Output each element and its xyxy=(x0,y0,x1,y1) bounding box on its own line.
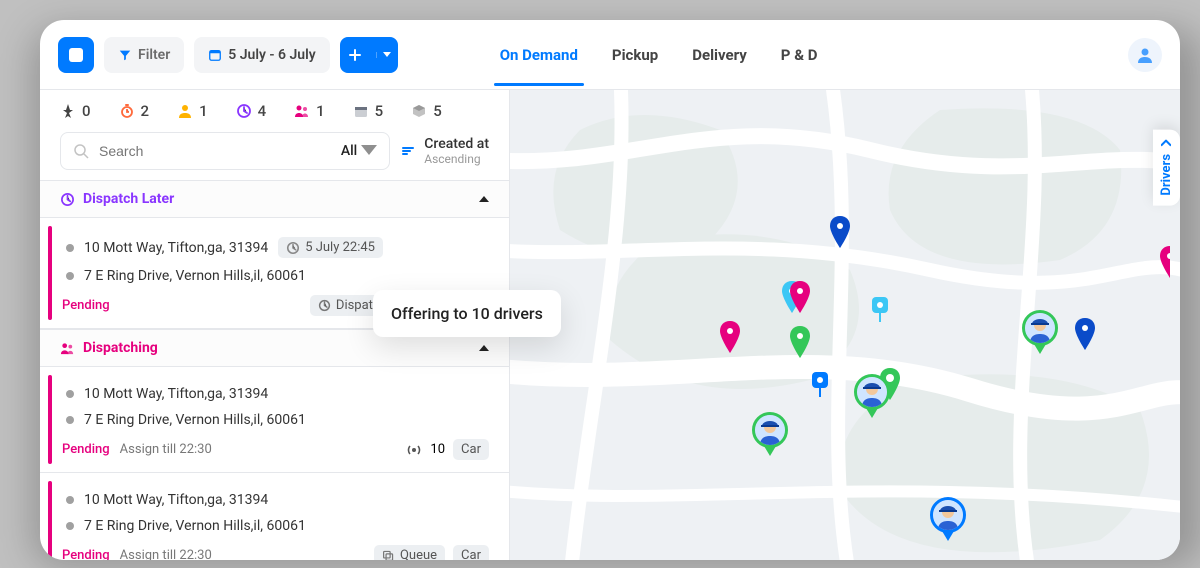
assign-deadline: Assign till 22:30 xyxy=(120,442,212,457)
map-pin[interactable] xyxy=(1158,246,1180,280)
sort-selector[interactable]: Created at Ascending xyxy=(400,136,489,166)
order-stop: 10 Mott Way, Tifton,ga, 31394 xyxy=(62,381,489,407)
box-icon xyxy=(411,103,427,119)
driver-marker[interactable] xyxy=(854,374,890,410)
offer-count: 10 xyxy=(430,442,445,457)
plus-icon xyxy=(348,48,362,62)
search-icon xyxy=(73,143,89,159)
add-button[interactable] xyxy=(340,37,398,73)
order-stop: 7 E Ring Drive, Vernon Hills,il, 60061 xyxy=(62,263,489,289)
calendar-icon xyxy=(208,48,222,62)
order-card[interactable]: 10 Mott Way, Tifton,ga, 313947 E Ring Dr… xyxy=(40,473,509,560)
badge-car: Car xyxy=(453,545,489,560)
map-pin[interactable] xyxy=(1073,318,1097,352)
date-range-button[interactable]: 5 July - 6 July xyxy=(194,37,329,73)
order-status: Pending xyxy=(62,548,110,560)
status-people[interactable]: 1 xyxy=(294,102,325,120)
tab-p-d[interactable]: P & D xyxy=(769,24,830,86)
broadcast-icon xyxy=(406,442,422,458)
sort-direction: Ascending xyxy=(424,152,489,166)
app-menu-button[interactable] xyxy=(58,37,94,73)
order-stop: 10 Mott Way, Tifton,ga, 313945 July 22:4… xyxy=(62,232,489,263)
order-status: Pending xyxy=(62,442,110,457)
section-header-dispatch-later[interactable]: Dispatch Later xyxy=(40,180,509,218)
assign-deadline: Assign till 22:30 xyxy=(120,548,212,560)
map-pin[interactable] xyxy=(868,295,892,325)
clock-icon xyxy=(236,103,252,119)
sort-icon xyxy=(400,143,416,159)
order-status: Pending xyxy=(62,298,110,313)
timer-icon xyxy=(119,103,135,119)
map[interactable]: Drivers xyxy=(510,90,1180,560)
map-pin[interactable] xyxy=(788,281,812,315)
filter-icon xyxy=(118,48,132,62)
people-icon xyxy=(294,103,310,119)
scheduled-time-badge: 5 July 22:45 xyxy=(278,237,383,258)
drivers-panel-toggle[interactable]: Drivers xyxy=(1153,130,1180,206)
order-stop: 7 E Ring Drive, Vernon Hills,il, 60061 xyxy=(62,407,489,433)
search-input-container: All xyxy=(60,132,390,170)
order-card[interactable]: 10 Mott Way, Tifton,ga, 313947 E Ring Dr… xyxy=(40,367,509,473)
filter-button[interactable]: Filter xyxy=(104,37,184,73)
badge-car: Car xyxy=(453,439,489,460)
sort-title: Created at xyxy=(424,136,489,152)
status-pin[interactable]: 0 xyxy=(60,102,91,120)
driver-marker[interactable] xyxy=(1022,310,1058,346)
offering-tooltip: Offering to 10 drivers xyxy=(373,290,561,337)
chevron-up-icon xyxy=(479,345,489,351)
badge-queue: Queue xyxy=(374,545,445,560)
clock-icon xyxy=(60,192,75,207)
person-icon xyxy=(177,103,193,119)
user-avatar[interactable] xyxy=(1128,38,1162,72)
status-timer[interactable]: 2 xyxy=(119,102,150,120)
toolbar: Filter 5 July - 6 July On DemandPickupDe… xyxy=(40,20,1180,90)
tab-pickup[interactable]: Pickup xyxy=(600,24,670,86)
people-icon xyxy=(60,341,75,356)
tab-delivery[interactable]: Delivery xyxy=(680,24,759,86)
driver-marker[interactable] xyxy=(752,412,788,448)
search-input[interactable] xyxy=(97,142,333,160)
map-pin[interactable] xyxy=(808,370,832,400)
map-pin[interactable] xyxy=(718,321,742,355)
map-pin[interactable] xyxy=(828,216,852,250)
status-box[interactable]: 5 xyxy=(411,102,442,120)
order-stop: 10 Mott Way, Tifton,ga, 31394 xyxy=(62,487,489,513)
tab-on-demand[interactable]: On Demand xyxy=(488,24,590,86)
chevron-down-icon xyxy=(383,52,391,58)
filter-label: Filter xyxy=(138,47,170,63)
driver-marker[interactable] xyxy=(930,497,966,533)
date-range-label: 5 July - 6 July xyxy=(228,47,315,63)
map-pin[interactable] xyxy=(788,326,812,360)
chevron-down-icon xyxy=(361,143,377,159)
person-icon xyxy=(1136,46,1154,64)
status-clock[interactable]: 4 xyxy=(236,102,267,120)
pin-icon xyxy=(60,103,76,119)
package-icon xyxy=(353,103,369,119)
status-person[interactable]: 1 xyxy=(177,102,208,120)
chevron-up-icon xyxy=(479,196,489,202)
delivery-type-tabs: On DemandPickupDeliveryP & D xyxy=(488,24,1118,86)
status-counters: 0 2 1 4 1 5 5 xyxy=(40,90,509,132)
status-package[interactable]: 5 xyxy=(353,102,384,120)
search-scope-selector[interactable]: All xyxy=(341,143,377,159)
app-window: Filter 5 July - 6 July On DemandPickupDe… xyxy=(40,20,1180,560)
order-stop: 7 E Ring Drive, Vernon Hills,il, 60061 xyxy=(62,513,489,539)
chevron-down-icon xyxy=(1162,140,1172,148)
